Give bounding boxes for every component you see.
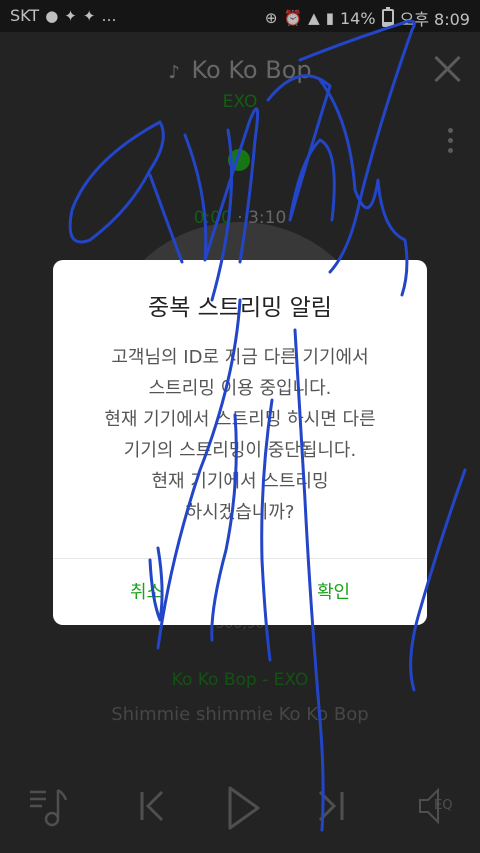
dialog-message: 고객님의 ID로 지금 다른 기기에서 스트리밍 이용 중입니다. 현재 기기에… (53, 342, 427, 528)
dialog-message-line: 기기의 스트리밍이 중단됩니다. (123, 440, 357, 461)
dialog-message-line: 현재 기기에서 스트리밍 하시면 다른 (104, 409, 376, 430)
dialog-message-line: 현재 기기에서 스트리밍 (151, 471, 329, 492)
dialog-message-line: 고객님의 ID로 지금 다른 기기에서 (111, 347, 369, 368)
duplicate-streaming-dialog: 중복 스트리밍 알림 고객님의 ID로 지금 다른 기기에서 스트리밍 이용 중… (53, 260, 427, 625)
dialog-title: 중복 스트리밍 알림 (148, 295, 332, 321)
dialog-divider (53, 558, 427, 559)
dialog-message-line: 하시겠습니까? (185, 502, 295, 523)
cancel-button[interactable]: 취소 (53, 560, 240, 625)
confirm-button[interactable]: 확인 (240, 560, 427, 625)
dialog-message-line: 스트리밍 이용 중입니다. (148, 378, 332, 399)
